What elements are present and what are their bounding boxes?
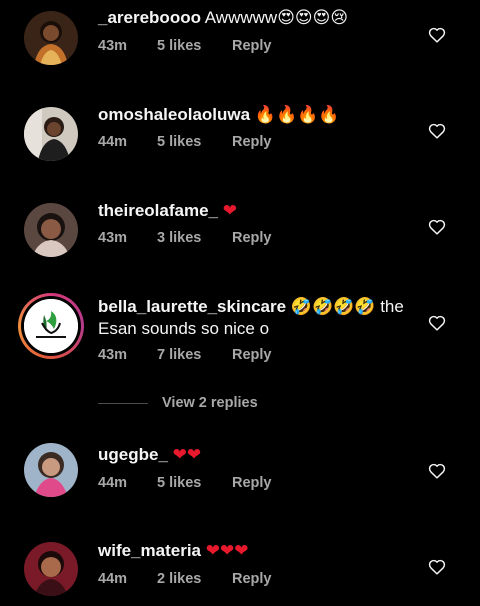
comment-username[interactable]: omoshaleolaoluwa: [98, 105, 250, 124]
reply-button[interactable]: Reply: [232, 230, 272, 246]
avatar[interactable]: [24, 11, 78, 65]
comment-username[interactable]: theireolafame_: [98, 201, 218, 220]
like-heart-icon[interactable]: [428, 219, 446, 235]
avatar[interactable]: [24, 107, 78, 161]
view-replies-button[interactable]: View 2 replies: [98, 395, 398, 413]
comment-emojis: 🤣🤣🤣🤣: [290, 297, 376, 317]
story-ring[interactable]: [18, 293, 84, 359]
comment-likes[interactable]: 5 likes: [157, 475, 201, 491]
comment-time: 43m: [98, 347, 128, 363]
comment-body: Awwwww: [200, 8, 278, 27]
like-heart-icon[interactable]: [428, 559, 446, 575]
comment-likes[interactable]: 2 likes: [157, 571, 201, 587]
comment-text: ugegbe_ ❤❤: [98, 444, 418, 466]
comment-text: _arereboooo Awwwww😍😍😍😢: [98, 7, 418, 29]
view-replies-divider: [98, 403, 148, 404]
comment-likes[interactable]: 5 likes: [157, 38, 201, 54]
comment-likes[interactable]: 3 likes: [157, 230, 201, 246]
comment-emojis: 🔥🔥🔥🔥: [254, 105, 340, 125]
like-heart-icon[interactable]: [428, 463, 446, 479]
reply-button[interactable]: Reply: [232, 38, 272, 54]
like-heart-icon[interactable]: [428, 123, 446, 139]
comment-username[interactable]: ugegbe_: [98, 445, 168, 464]
comment-username[interactable]: wife_materia: [98, 541, 201, 560]
comment-time: 43m: [98, 38, 128, 54]
comment-emojis: ❤: [222, 201, 237, 221]
comment-text: omoshaleolaoluwa 🔥🔥🔥🔥: [98, 104, 418, 126]
reply-button[interactable]: Reply: [232, 347, 272, 363]
comment-time: 44m: [98, 475, 128, 491]
reply-button[interactable]: Reply: [232, 571, 272, 587]
comment-emojis: 😍😍😍😢: [277, 8, 349, 28]
reply-button[interactable]: Reply: [232, 475, 272, 491]
comment-username[interactable]: bella_laurette_skincare: [98, 297, 286, 316]
comment-likes[interactable]: 7 likes: [157, 347, 201, 363]
comment-emojis: ❤❤❤: [205, 541, 249, 561]
comment-text: wife_materia ❤❤❤: [98, 540, 418, 562]
like-heart-icon[interactable]: [428, 315, 446, 331]
comment-username[interactable]: _arereboooo: [98, 8, 201, 27]
comment-text: theireolafame_ ❤: [98, 200, 418, 222]
reply-button[interactable]: Reply: [232, 134, 272, 150]
avatar[interactable]: [24, 299, 78, 353]
comment-likes[interactable]: 5 likes: [157, 134, 201, 150]
comment-time: 43m: [98, 230, 128, 246]
comment-emojis: ❤❤: [172, 445, 202, 465]
comment-line-2: Esan sounds so nice o: [98, 319, 270, 338]
view-replies-label[interactable]: View 2 replies: [162, 395, 258, 411]
avatar[interactable]: [24, 443, 78, 497]
comment-line-1: bella_laurette_skincare 🤣🤣🤣🤣 the: [98, 296, 418, 318]
avatar[interactable]: [24, 203, 78, 257]
like-heart-icon[interactable]: [428, 27, 446, 43]
avatar[interactable]: [24, 542, 78, 596]
comment-text: bella_laurette_skincare 🤣🤣🤣🤣 the Esan so…: [98, 296, 418, 340]
brand-logo-icon: [24, 299, 78, 353]
comment-body: the: [375, 297, 404, 316]
comment-time: 44m: [98, 571, 128, 587]
comment-time: 44m: [98, 134, 128, 150]
